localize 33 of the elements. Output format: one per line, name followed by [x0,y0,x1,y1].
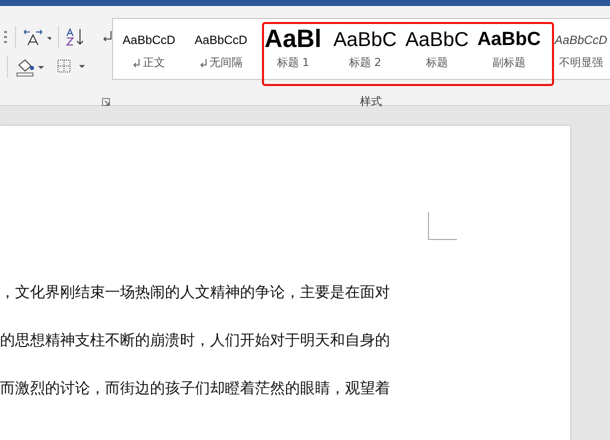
style-name: 副标题 [492,55,526,71]
style-name: 标题 2 [348,55,382,71]
style-name: 不明显强 [559,55,603,71]
paragraph-mark-icon[interactable] [101,30,112,44]
style-preview: AaBbCcD [194,32,248,49]
style-gallery-item[interactable]: AaBbCcD 无间隔 [185,19,257,79]
style-gallery-item[interactable]: AaBbC 副标题 [473,19,545,79]
style-gallery-item[interactable]: AaBl 标题 1 [257,19,329,79]
group-label: 样式 [360,94,382,110]
sort-icon[interactable] [66,27,84,47]
text-direction-icon[interactable] [22,28,51,46]
body-text-line: 的思想精神支柱不断的崩溃时，人们开始对于明天和自身的 [0,330,391,351]
body-text-line: 而激烈的讨论，而街边的孩子们却瞪着茫然的眼睛，观望着 [0,378,391,399]
style-gallery-item[interactable]: AaBbC 标题 2 [329,19,401,79]
dialog-launcher-icon[interactable] [102,98,110,106]
margin-corner-mark [428,212,457,240]
style-preview: AaBbC [405,28,469,53]
style-name: 无间隔 [210,55,242,71]
style-name: 正文 [143,55,165,71]
style-gallery-item[interactable]: AaBbCcD 不明显强 [545,19,610,79]
shading-icon[interactable] [15,57,45,77]
style-preview: AaBbC [333,28,397,53]
style-preview: AaBl [264,25,322,55]
style-name: 标题 [426,55,448,71]
style-preview: AaBbC [477,28,541,52]
list-icon[interactable] [4,29,8,45]
borders-icon[interactable] [57,59,87,75]
style-gallery-item[interactable]: AaBbCcD 正文 [113,19,185,79]
style-name: 标题 1 [276,55,310,71]
style-preview: AaBbCcD [122,32,176,49]
style-gallery-item[interactable]: AaBbC 标题 [401,19,473,79]
style-preview: AaBbCcD [554,32,608,49]
body-text-line: ，文化界刚结束一场热闹的人文精神的争论，主要是在面对 [0,282,391,303]
